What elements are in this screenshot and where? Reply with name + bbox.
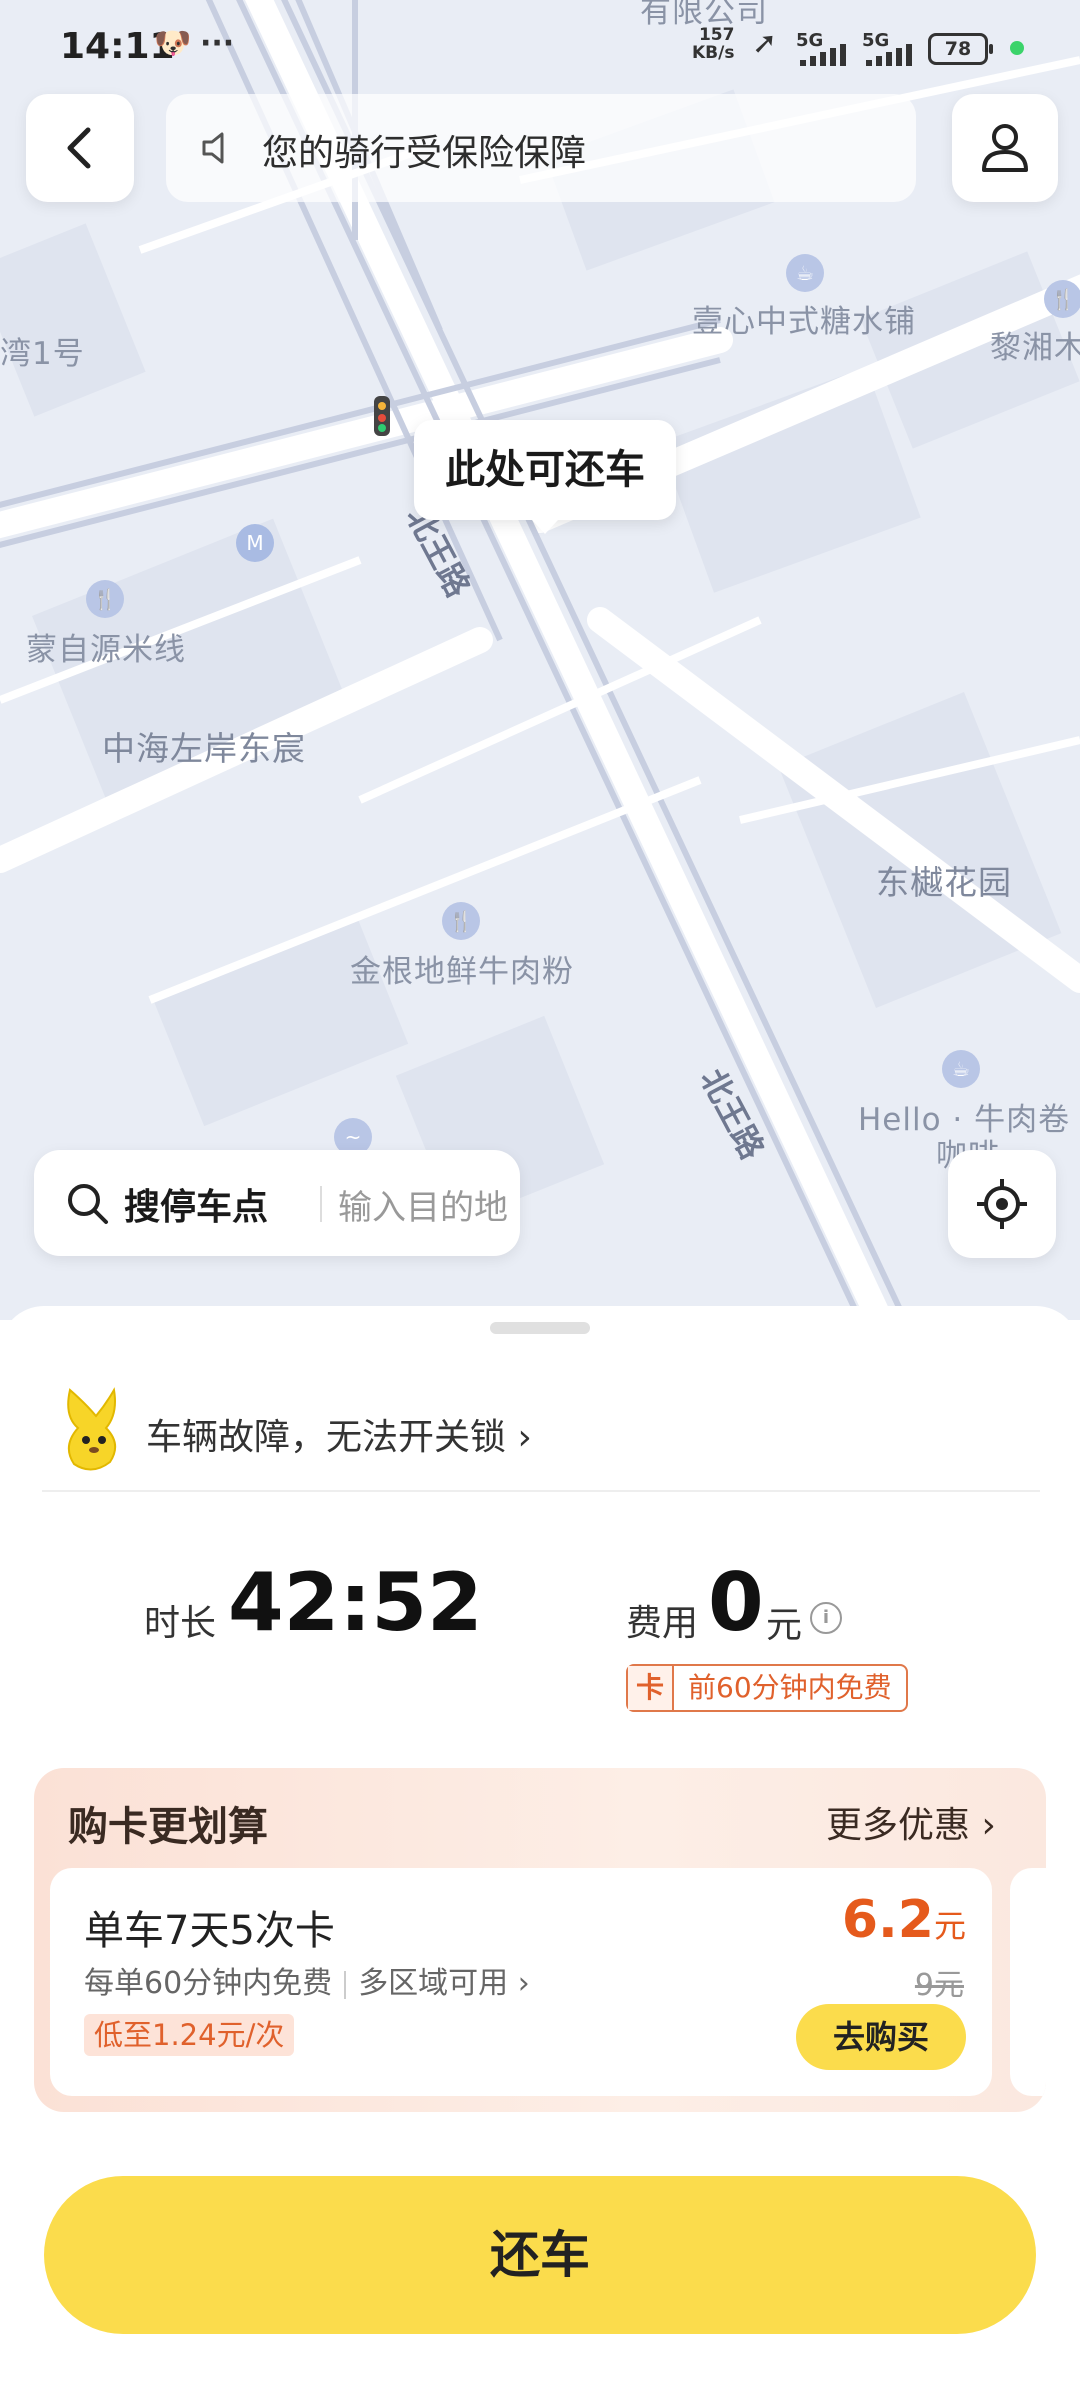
desc-separator bbox=[344, 1970, 347, 1999]
map-label-lixiang: 黎湘木 bbox=[990, 330, 1080, 366]
vehicle-fault-link[interactable]: 车辆故障，无法开关锁 › bbox=[56, 1386, 996, 1476]
poi-restaurant-icon[interactable]: 🍴 bbox=[86, 580, 124, 618]
poi-restaurant-icon[interactable]: 🍴 bbox=[1044, 280, 1080, 318]
poi-dessert-icon[interactable]: ☕ bbox=[786, 254, 824, 292]
search-icon bbox=[68, 1184, 108, 1224]
network-speed-unit: KB/s bbox=[692, 43, 735, 63]
poi-mcdonalds-icon[interactable]: M bbox=[236, 524, 274, 562]
search-divider bbox=[320, 1186, 322, 1222]
locate-crosshair-icon bbox=[977, 1179, 1027, 1229]
insurance-notice-text: 您的骑行受保险保障 bbox=[262, 133, 587, 174]
offer-price-unit: 元 bbox=[933, 1907, 966, 1945]
poi-cafe-icon[interactable]: ☕ bbox=[942, 1050, 980, 1088]
destination-input[interactable]: 输入目的地 bbox=[338, 1180, 508, 1229]
offer-name: 单车7天5次卡 bbox=[84, 1908, 335, 1954]
fee-unit: 元 bbox=[766, 1605, 803, 1646]
privacy-indicator-dot bbox=[1010, 41, 1024, 55]
insurance-notice[interactable]: 您的骑行受保险保障 bbox=[166, 94, 916, 202]
back-button[interactable] bbox=[26, 94, 134, 202]
map-label-dongchen: 东樾花园 bbox=[876, 863, 1012, 902]
duration-label: 时长 bbox=[144, 1603, 217, 1644]
network-speed-value: 157 bbox=[698, 25, 735, 45]
sheet-drag-handle[interactable] bbox=[490, 1322, 590, 1334]
offer-desc-region-link[interactable]: 多区域可用 › bbox=[358, 1966, 530, 2001]
poi-restaurant-icon[interactable]: 🍴 bbox=[442, 902, 480, 940]
next-offer-card-peek[interactable] bbox=[1010, 1868, 1046, 2096]
offer-desc-free: 每单60分钟内免费 bbox=[84, 1966, 333, 2001]
ride-card-offer[interactable]: 单车7天5次卡 每单60分钟内免费 多区域可用 › 低至1.24元/次 6.2元 … bbox=[50, 1868, 992, 2096]
duration-value: 42:52 bbox=[228, 1556, 483, 1649]
profile-button[interactable] bbox=[952, 94, 1058, 202]
user-icon bbox=[982, 124, 1028, 172]
map-label-bay1: 湾1号 bbox=[0, 336, 85, 372]
fee-value: 0 bbox=[708, 1556, 764, 1649]
card-benefit-tag: 卡 前60分钟内免费 bbox=[626, 1664, 908, 1712]
card-promo-panel: 购卡更划算 更多优惠 › 单车7天5次卡 每单60分钟内免费 多区域可用 › 低至… bbox=[34, 1768, 1046, 2112]
app-notification-icon: 🐶 bbox=[154, 26, 192, 61]
status-bar: 14:11 🐶 ··· 157 KB/s ➚ 5G 5G 78 bbox=[0, 0, 1080, 90]
return-spot-bubble: 此处可还车 bbox=[414, 420, 676, 534]
map-label-sugar: 壹心中式糖水铺 bbox=[692, 304, 916, 340]
offer-price: 6.2元 bbox=[842, 1890, 966, 1950]
chevron-left-icon bbox=[67, 127, 91, 169]
promo-title: 购卡更划算 bbox=[68, 1804, 268, 1850]
offer-unit-price-tag: 低至1.24元/次 bbox=[84, 2014, 295, 2056]
offer-original-price: 9元 bbox=[914, 1968, 964, 2003]
speaker-icon bbox=[202, 132, 224, 164]
signal-bars-icon bbox=[866, 44, 912, 66]
more-offers-link[interactable]: 更多优惠 › bbox=[826, 1796, 996, 1848]
signal-bars-icon bbox=[800, 44, 846, 66]
divider bbox=[42, 1490, 1040, 1492]
locate-button[interactable] bbox=[948, 1150, 1056, 1258]
map-label-mengziyuan: 蒙自源米线 bbox=[26, 632, 186, 668]
fee-label: 费用 bbox=[626, 1603, 699, 1644]
vehicle-fault-text: 车辆故障，无法开关锁 › bbox=[146, 1417, 532, 1458]
map-label-jingen: 金根地鲜牛肉粉 bbox=[350, 954, 574, 990]
network-speed: 157 KB/s bbox=[692, 26, 734, 62]
battery-icon: 78 bbox=[928, 33, 993, 65]
map-label-zhonghai: 中海左岸东宸 bbox=[102, 729, 306, 768]
offer-description: 每单60分钟内免费 多区域可用 › bbox=[84, 1958, 530, 2002]
fee-info-icon[interactable]: i bbox=[810, 1602, 842, 1634]
card-tag-icon: 卡 bbox=[628, 1666, 674, 1710]
search-parking-label[interactable]: 搜停车点 bbox=[124, 1178, 268, 1230]
ride-bottom-sheet: 车辆故障，无法开关锁 › 时长 42:52 费用 0 元 i 卡 前60分钟内免… bbox=[0, 1306, 1080, 2400]
buy-button[interactable]: 去购买 bbox=[796, 2004, 966, 2070]
card-tag-text: 前60分钟内免费 bbox=[688, 1671, 892, 1704]
return-bike-button[interactable]: 还车 bbox=[44, 2176, 1036, 2334]
mascot-icon bbox=[67, 1387, 117, 1471]
location-arrow-icon: ➚ bbox=[752, 26, 778, 61]
parking-search-bar[interactable]: 搜停车点 输入目的地 bbox=[34, 1150, 520, 1256]
offer-price-value: 6.2 bbox=[841, 1890, 934, 1950]
more-notifications-icon: ··· bbox=[200, 26, 235, 61]
